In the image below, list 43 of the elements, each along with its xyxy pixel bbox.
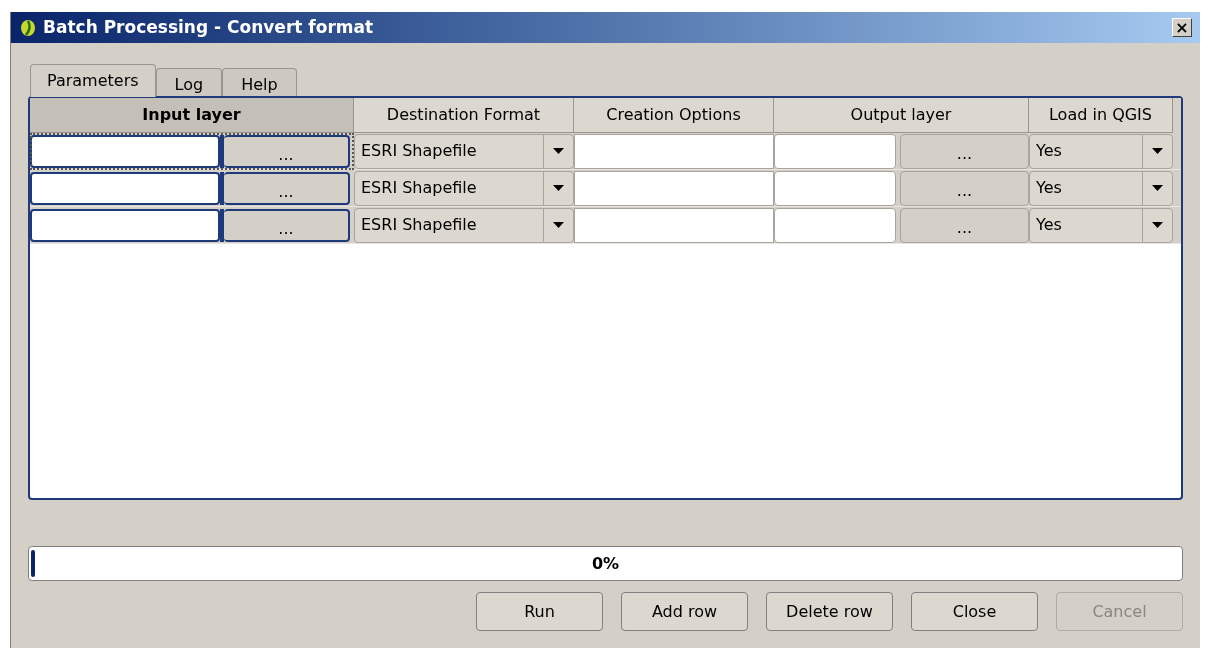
input-field[interactable] <box>30 171 220 205</box>
browse-button[interactable]: ... <box>224 208 350 242</box>
dropdown[interactable]: ESRI Shapefile <box>354 133 574 169</box>
caret-icon <box>1152 148 1163 154</box>
tab[interactable]: Parameters <box>30 64 156 97</box>
close-button[interactable]: × <box>1172 18 1192 37</box>
caret-icon <box>553 185 564 191</box>
browse-button[interactable]: ... <box>224 171 350 205</box>
progress-reading: 0% <box>591 552 620 575</box>
input-field[interactable] <box>774 207 896 243</box>
column-header[interactable]: Creation Options <box>574 98 774 133</box>
input-field[interactable] <box>574 133 774 169</box>
input-field[interactable] <box>774 133 896 169</box>
input-field[interactable] <box>774 170 896 206</box>
tab[interactable]: Help <box>222 68 297 96</box>
caret-icon <box>553 148 564 154</box>
input-field[interactable] <box>30 134 220 168</box>
input-field[interactable] <box>574 207 774 243</box>
dropdown[interactable]: ESRI Shapefile <box>354 170 574 206</box>
column-header[interactable]: Output layer <box>774 98 1029 133</box>
browse-button[interactable]: ... <box>224 134 350 168</box>
browse-button[interactable]: ... <box>900 170 1029 206</box>
input-field[interactable] <box>30 208 220 242</box>
dropdown[interactable]: Yes <box>1029 207 1173 243</box>
dialog-button[interactable]: Add row <box>621 592 748 631</box>
browse-button[interactable]: ... <box>900 207 1029 243</box>
caret-icon <box>553 222 564 228</box>
column-header[interactable]: Load in QGIS <box>1029 98 1173 133</box>
caret-icon <box>1152 222 1163 228</box>
dialog-button[interactable]: Close <box>911 592 1038 631</box>
window-title: Batch Processing - Convert format <box>43 15 374 39</box>
browse-button[interactable]: ... <box>900 133 1029 169</box>
dialog-button[interactable]: Run <box>476 592 603 631</box>
tab[interactable]: Log <box>155 68 223 96</box>
dialog-button[interactable]: Delete row <box>766 592 893 631</box>
qgis-logo-icon <box>19 17 37 38</box>
column-header[interactable]: Input layer <box>30 98 354 133</box>
column-header[interactable]: Destination Format <box>354 98 574 133</box>
caret-icon <box>1152 185 1163 191</box>
dropdown[interactable]: Yes <box>1029 170 1173 206</box>
dropdown[interactable]: Yes <box>1029 133 1173 169</box>
input-field[interactable] <box>574 170 774 206</box>
dropdown[interactable]: ESRI Shapefile <box>354 207 574 243</box>
